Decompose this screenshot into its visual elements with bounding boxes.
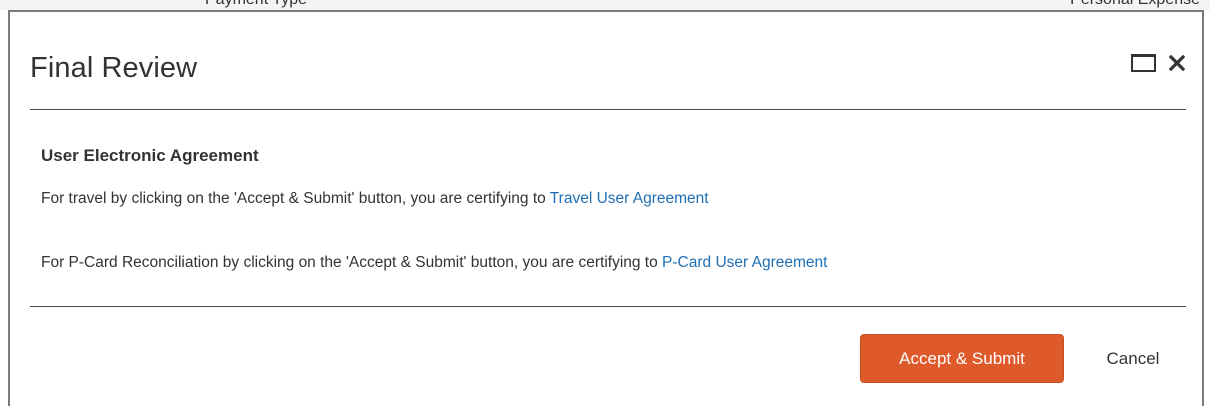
pcard-agreement-text: For P-Card Reconciliation by clicking on… [41, 254, 827, 272]
background-payment-type-label: Payment Type [205, 0, 307, 9]
dialog-window-controls [1131, 52, 1186, 74]
cancel-button[interactable]: Cancel [1088, 334, 1178, 383]
travel-user-agreement-link[interactable]: Travel User Agreement [550, 190, 709, 207]
final-review-dialog: Final Review User Electronic Agreement F… [8, 10, 1204, 406]
travel-agreement-text: For travel by clicking on the 'Accept & … [41, 190, 709, 208]
accept-submit-button[interactable]: Accept & Submit [860, 334, 1064, 383]
agreement-heading: User Electronic Agreement [41, 146, 259, 165]
background-page: Payment Type Personal Expense [0, 0, 1210, 10]
close-icon[interactable] [1168, 52, 1186, 74]
dialog-body: User Electronic Agreement For travel by … [30, 110, 1186, 307]
maximize-icon[interactable] [1131, 54, 1156, 72]
travel-agreement-statement: For travel by clicking on the 'Accept & … [41, 190, 550, 207]
dialog-footer: Accept & Submit Cancel [30, 307, 1186, 408]
background-personal-expense-label: Personal Expense [1070, 0, 1200, 9]
dialog-header: Final Review [30, 12, 1186, 110]
pcard-user-agreement-link[interactable]: P-Card User Agreement [662, 254, 827, 271]
dialog-title: Final Review [30, 52, 198, 84]
pcard-agreement-statement: For P-Card Reconciliation by clicking on… [41, 254, 663, 271]
